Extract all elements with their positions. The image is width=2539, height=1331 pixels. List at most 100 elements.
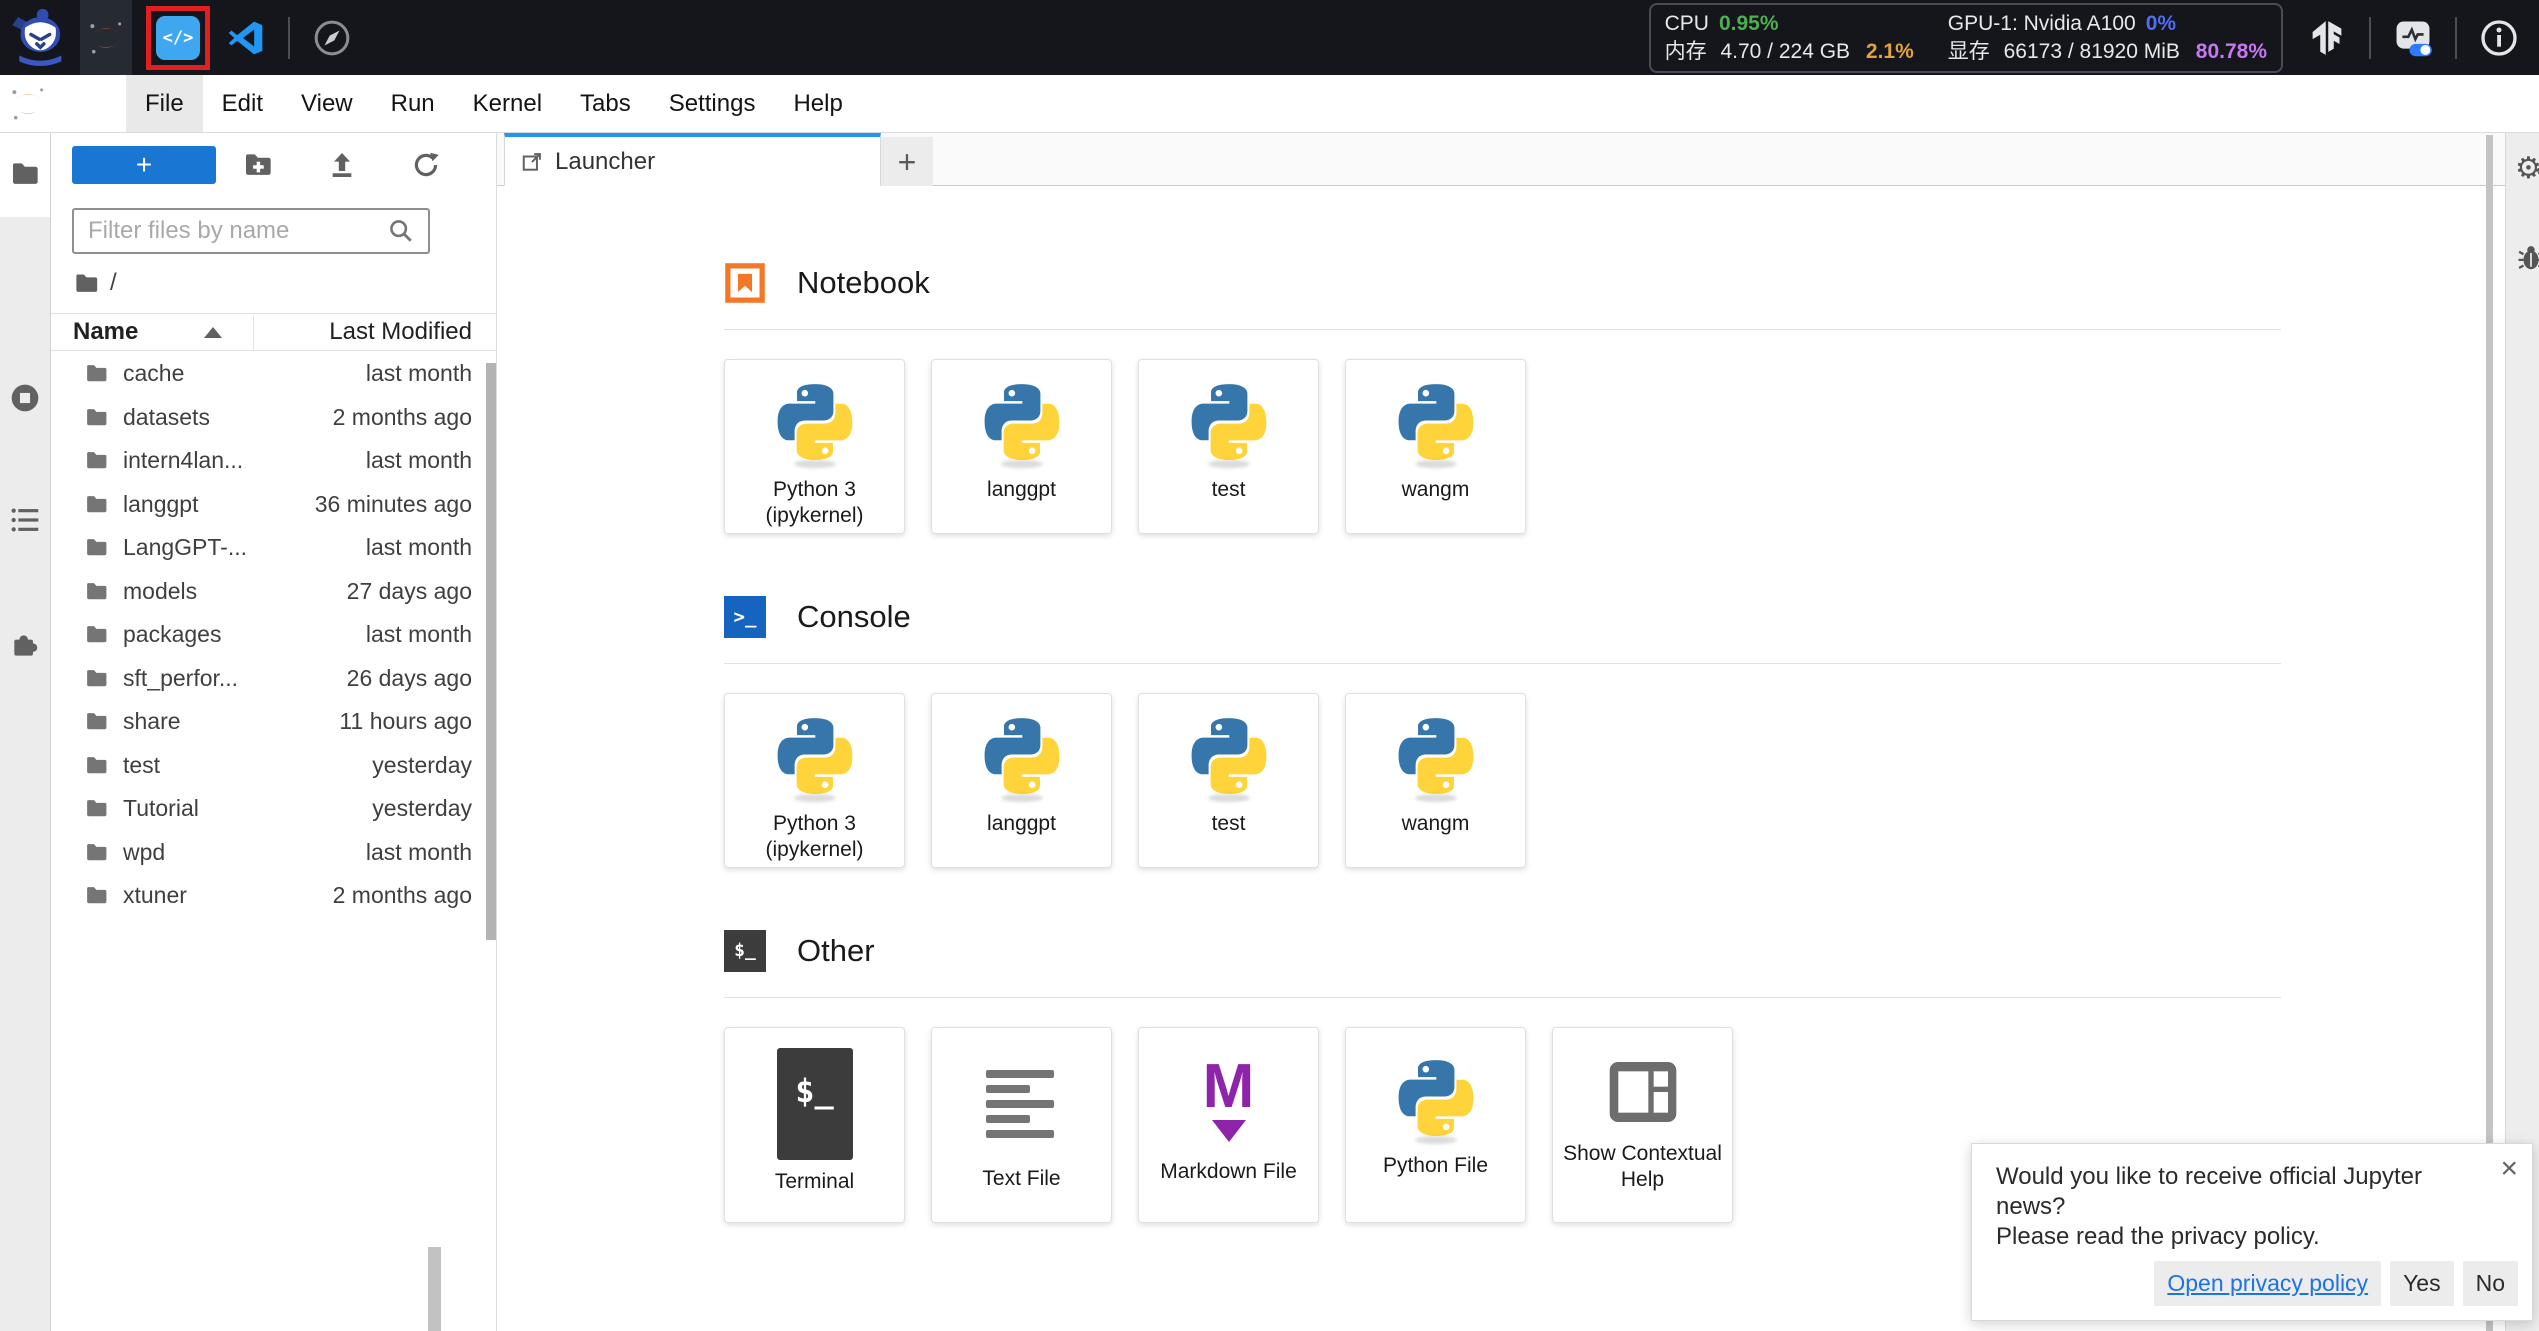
- python-icon: [1187, 380, 1271, 464]
- folder-icon: [84, 709, 109, 734]
- launcher-card-markdown-file[interactable]: M Markdown File: [1138, 1027, 1319, 1223]
- launcher-card-notebook-wangm[interactable]: wangm: [1345, 359, 1526, 534]
- breadcrumb[interactable]: /: [73, 269, 117, 297]
- jupyter-news-notification: Would you like to receive official Jupyt…: [1971, 1143, 2533, 1321]
- file-row[interactable]: test yesterday: [51, 744, 496, 788]
- launcher-card-notebook-test[interactable]: test: [1138, 359, 1319, 534]
- file-row[interactable]: xtuner 2 months ago: [51, 874, 496, 918]
- console-cards: Python 3 (ipykernel) langgpt test: [724, 693, 2281, 868]
- markdown-icon: M: [1187, 1058, 1271, 1150]
- code-server-icon[interactable]: </>: [156, 16, 200, 60]
- launcher-card-notebook-python3[interactable]: Python 3 (ipykernel): [724, 359, 905, 534]
- icon-shadow: [1001, 460, 1043, 468]
- file-row[interactable]: langgpt 36 minutes ago: [51, 483, 496, 527]
- file-row[interactable]: packages last month: [51, 613, 496, 657]
- launcher-card-python-file[interactable]: Python File: [1345, 1027, 1526, 1223]
- new-folder-button[interactable]: [241, 149, 275, 183]
- jupyter-swirl-icon: [86, 18, 126, 58]
- new-tab-button[interactable]: +: [881, 137, 933, 186]
- section-notebook: Notebook Python 3 (ipykernel) langgpt: [724, 261, 2281, 534]
- notification-message: Would you like to receive official Jupyt…: [1996, 1162, 2476, 1252]
- menu-file[interactable]: File: [126, 75, 203, 132]
- console-icon: >_: [724, 596, 766, 638]
- column-name[interactable]: Name: [73, 318, 138, 346]
- sort-ascending-icon[interactable]: [204, 327, 222, 338]
- launcher-card-terminal[interactable]: $_ Terminal: [724, 1027, 905, 1223]
- menu-view[interactable]: View: [282, 75, 372, 132]
- folder-icon: [84, 753, 109, 778]
- topbar-left-group: </>: [0, 0, 352, 75]
- refresh-button[interactable]: [409, 149, 443, 183]
- menu-edit[interactable]: Edit: [203, 75, 282, 132]
- icon-shadow: [1001, 794, 1043, 802]
- folder-icon: [84, 666, 109, 691]
- menu-kernel[interactable]: Kernel: [454, 75, 561, 132]
- folder-icon: [73, 270, 100, 297]
- yes-button[interactable]: Yes: [2390, 1261, 2454, 1306]
- property-inspector-icon[interactable]: ⚙⚙: [2515, 151, 2539, 186]
- terminal-icon: $_: [777, 1048, 853, 1160]
- launcher-card-notebook-langgpt[interactable]: langgpt: [931, 359, 1112, 534]
- python-icon: [1187, 714, 1271, 798]
- sidebar-item-extensions[interactable]: [0, 629, 50, 661]
- no-button[interactable]: No: [2463, 1261, 2518, 1306]
- sidebar-item-toc[interactable]: [0, 504, 50, 536]
- icon-shadow: [1415, 1136, 1457, 1144]
- file-row[interactable]: LangGPT-... last month: [51, 526, 496, 570]
- cpu-stat: CPU0.95%: [1665, 11, 1914, 37]
- puzzle-icon: [9, 629, 41, 661]
- column-last-modified[interactable]: Last Modified: [329, 318, 472, 346]
- section-title: Notebook: [797, 265, 930, 301]
- info-icon[interactable]: [2479, 18, 2519, 58]
- file-row[interactable]: wpd last month: [51, 831, 496, 875]
- file-row[interactable]: datasets 2 months ago: [51, 396, 496, 440]
- upload-button[interactable]: [325, 149, 359, 183]
- launcher-card-text-file[interactable]: Text File: [931, 1027, 1112, 1223]
- icon-shadow: [1208, 460, 1250, 468]
- resource-monitor-toggle-icon[interactable]: [2393, 18, 2433, 58]
- menu-items: File Edit View Run Kernel Tabs Settings …: [126, 75, 862, 132]
- section-title: Other: [797, 933, 875, 969]
- debugger-bug-icon[interactable]: [2516, 243, 2539, 273]
- folder-icon: [84, 361, 109, 386]
- folder-icon: [9, 158, 41, 190]
- tab-label: Launcher: [555, 148, 655, 176]
- file-row[interactable]: cache last month: [51, 352, 496, 396]
- refresh-icon: [410, 149, 442, 181]
- menu-settings[interactable]: Settings: [650, 75, 775, 132]
- open-privacy-policy-button[interactable]: Open privacy policy: [2154, 1261, 2381, 1306]
- topbar-divider: [288, 17, 290, 59]
- launcher-card-console-python3[interactable]: Python 3 (ipykernel): [724, 693, 905, 868]
- menu-run[interactable]: Run: [372, 75, 454, 132]
- folder-icon: [84, 405, 109, 430]
- file-row[interactable]: intern4lan... last month: [51, 439, 496, 483]
- menu-tabs[interactable]: Tabs: [561, 75, 650, 132]
- sidebar-item-running[interactable]: [0, 382, 50, 414]
- close-icon[interactable]: ×: [2500, 1154, 2518, 1184]
- launcher-card-contextual-help[interactable]: Show Contextual Help: [1552, 1027, 1733, 1223]
- file-panel-scrollbar-bottom[interactable]: [428, 1247, 441, 1331]
- tab-launcher[interactable]: Launcher: [504, 133, 881, 186]
- launcher-card-console-test[interactable]: test: [1138, 693, 1319, 868]
- file-row[interactable]: sft_perfor... 26 days ago: [51, 657, 496, 701]
- folder-icon: [84, 622, 109, 647]
- python-icon: [1394, 1056, 1478, 1140]
- launcher-card-console-langgpt[interactable]: langgpt: [931, 693, 1112, 868]
- vscode-icon[interactable]: [226, 18, 266, 58]
- file-row[interactable]: share 11 hours ago: [51, 700, 496, 744]
- breadcrumb-path: /: [110, 269, 117, 297]
- file-list-header: Name Last Modified: [51, 313, 496, 351]
- file-browser-panel: +: [51, 133, 497, 1331]
- file-row[interactable]: models 27 days ago: [51, 570, 496, 614]
- jupyter-logo-icon: [8, 84, 48, 124]
- launcher-card-console-wangm[interactable]: wangm: [1345, 693, 1526, 868]
- tensorflow-icon[interactable]: [2307, 18, 2347, 58]
- file-row[interactable]: Tutorial yesterday: [51, 787, 496, 831]
- filter-files-input[interactable]: [72, 208, 430, 254]
- new-launcher-button[interactable]: +: [72, 146, 216, 184]
- sidebar-item-files[interactable]: [0, 158, 50, 190]
- jupyterhub-icon-tile[interactable]: [80, 0, 132, 75]
- file-panel-scrollbar[interactable]: [486, 363, 496, 940]
- menu-help[interactable]: Help: [774, 75, 861, 132]
- compass-icon[interactable]: [312, 18, 352, 58]
